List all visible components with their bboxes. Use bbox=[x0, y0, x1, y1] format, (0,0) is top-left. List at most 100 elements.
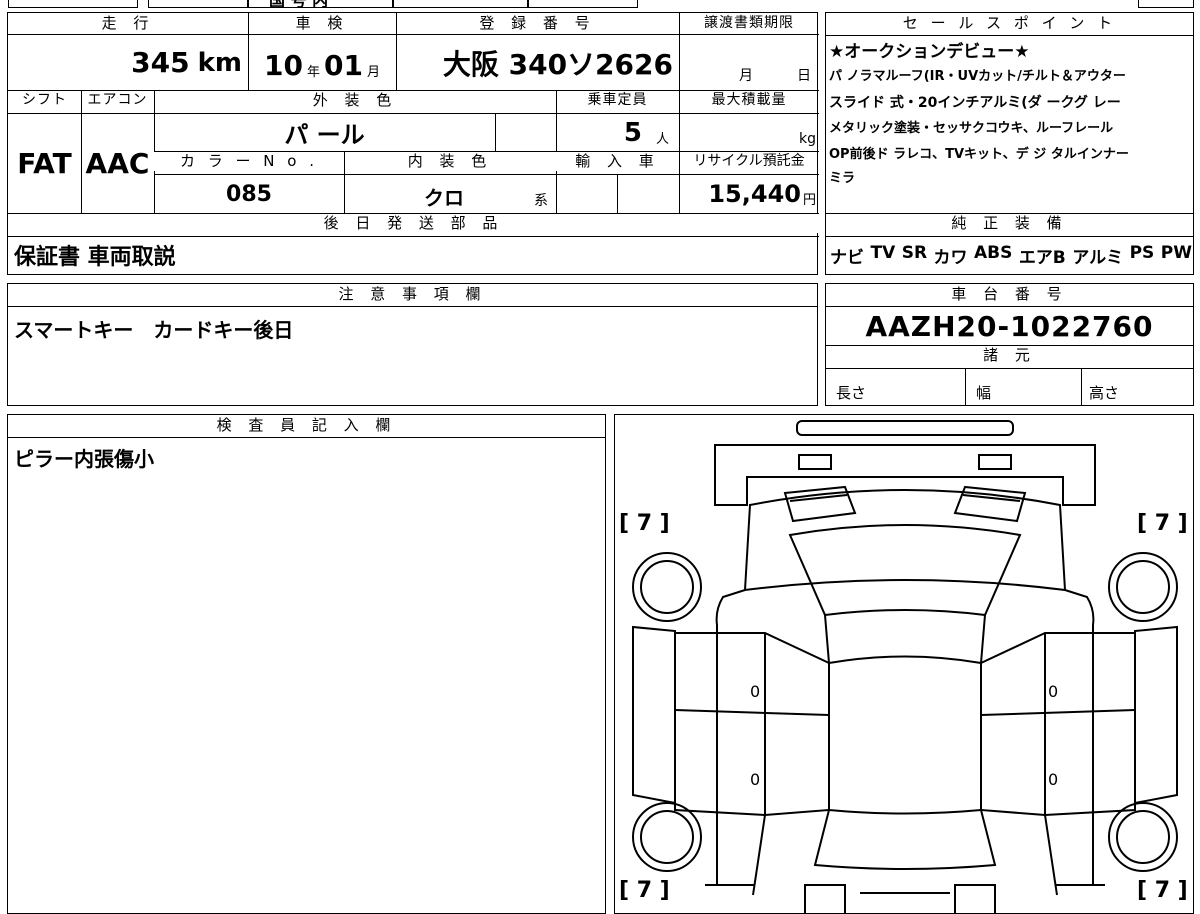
mileage-cell: 345 km bbox=[8, 35, 248, 90]
color-no-cell: 085 bbox=[154, 175, 344, 213]
equipment-item: アルミ bbox=[1072, 248, 1124, 268]
recycle-cell: 15,440 円 bbox=[679, 175, 819, 213]
basic-info-table: 走 行 車 検 登 録 番 号 譲渡書類期限 345 km 10 年 01 月 … bbox=[7, 12, 819, 275]
transfer-cell: 月 日 bbox=[679, 35, 819, 90]
mileage-header: 走 行 bbox=[8, 14, 248, 33]
recycle-unit: 円 bbox=[802, 192, 816, 208]
chassis-header: 車 台 番 号 bbox=[826, 285, 1193, 304]
transfer-day-unit: 日 bbox=[797, 68, 811, 84]
top-strip-cell bbox=[8, 0, 138, 8]
shaken-header: 車 検 bbox=[248, 14, 396, 33]
top-strip-cell bbox=[1138, 0, 1194, 8]
capacity-unit: 人 bbox=[655, 132, 669, 147]
exterior-color-header: 外 装 色 bbox=[154, 91, 556, 110]
exterior-color-cell: パ ール bbox=[154, 114, 495, 151]
top-strip-cell: 国 号 内 bbox=[248, 0, 393, 8]
car-diagram-box: [ 7 ] [ 7 ] [ 7 ] [ 7 ] 0 0 0 0 bbox=[614, 414, 1194, 914]
spec-height-label: 高さ bbox=[1089, 384, 1120, 402]
exterior-color-value: パ ール bbox=[284, 121, 365, 149]
sales-point-line: スライド 式・20インチアルミ(ダ ークグ レー bbox=[829, 95, 1121, 111]
inspector-text: ピラー内張傷小 bbox=[14, 447, 154, 471]
chassis-cell: AAZH20-1022760 bbox=[826, 307, 1193, 345]
interior-value: クロ bbox=[424, 186, 464, 210]
color-no-header: カ ラ ー N o . bbox=[154, 152, 344, 171]
sales-point-line: ミラ bbox=[829, 171, 856, 186]
equipment-item: SR bbox=[901, 243, 928, 263]
capacity-header: 乗車定員 bbox=[587, 92, 648, 108]
shaken-month: 01 bbox=[324, 49, 363, 82]
spec-length-label: 長さ bbox=[836, 384, 867, 402]
load-cell: kg bbox=[679, 114, 819, 151]
tire-rating-bottom-left: [ 7 ] bbox=[619, 878, 670, 903]
shaken-year: 10 bbox=[264, 49, 303, 82]
equipment-item: PS bbox=[1129, 243, 1155, 263]
later-parts-header: 後 日 発 送 部 品 bbox=[8, 214, 819, 233]
color-no-value: 085 bbox=[226, 181, 272, 207]
sales-points-header: セ ー ル ス ポ イ ン ト bbox=[826, 14, 1193, 33]
equipment-item: ナビ bbox=[830, 248, 864, 268]
transfer-header: 譲渡書類期限 bbox=[704, 15, 794, 31]
equipment-list: ナビ TV SR カワ ABS エアB アルミ PS PW bbox=[830, 243, 1192, 268]
transfer-month-unit: 月 bbox=[739, 68, 753, 84]
shift-cell: FAT bbox=[8, 114, 81, 213]
equipment-item: ABS bbox=[973, 243, 1013, 263]
sales-point-line: メタリック塗装・セッサクコウキ、ルーフレール bbox=[829, 121, 1114, 136]
spec-width-label: 幅 bbox=[976, 384, 992, 402]
notes-text: スマートキー カードキー後日 bbox=[14, 318, 294, 342]
registration-cell: 大阪 340ソ2626 bbox=[396, 35, 679, 90]
door-mark-rear-right: 0 bbox=[1048, 770, 1058, 789]
top-strip-cell bbox=[528, 0, 638, 8]
specs-header: 諸 元 bbox=[826, 346, 1193, 365]
door-mark-front-left: 0 bbox=[750, 682, 760, 701]
shaken-year-unit: 年 bbox=[306, 65, 320, 80]
sales-point-line: ★オークションデビュー★ bbox=[829, 42, 1030, 62]
capacity-cell: 5 人 bbox=[556, 114, 679, 151]
shift-value: FAT bbox=[17, 147, 72, 180]
interior-cell: クロ 系 bbox=[344, 175, 556, 213]
equipment-item: エアB bbox=[1018, 248, 1066, 268]
equipment-header: 純 正 装 備 bbox=[826, 214, 1193, 233]
tire-rating-bottom-right: [ 7 ] bbox=[1137, 878, 1188, 903]
sales-point-line: OP前後ド ラレコ、TVキット、デ ジ タルインナー bbox=[829, 147, 1129, 162]
equipment-item: PW bbox=[1160, 243, 1192, 263]
sales-point-line: パ ノラマルーフ(IR・UVカット/チルト＆アウター bbox=[829, 69, 1126, 84]
shaken-month-unit: 月 bbox=[366, 65, 380, 80]
mileage-value: 345 bbox=[131, 46, 190, 79]
registration-header: 登 録 番 号 bbox=[396, 14, 679, 33]
ac-header: エアコン bbox=[87, 92, 148, 108]
shaken-cell: 10 年 01 月 bbox=[248, 35, 396, 90]
registration-value: 大阪 340ソ2626 bbox=[442, 47, 673, 81]
top-strip: 国 号 内 bbox=[0, 0, 1200, 8]
recycle-value: 15,440 bbox=[708, 180, 801, 208]
top-strip-text: 国 号 内 bbox=[269, 0, 328, 7]
later-parts-cell: 保証書 車両取説 bbox=[14, 239, 814, 273]
sales-points-body: ★オークションデビュー★ パ ノラマルーフ(IR・UVカット/チルト＆アウター … bbox=[829, 41, 1191, 190]
interior-suffix: 系 bbox=[534, 193, 548, 209]
shift-header: シフト bbox=[22, 92, 67, 108]
later-parts-text: 保証書 車両取説 bbox=[14, 245, 176, 270]
ac-cell: AAC bbox=[81, 114, 154, 213]
sales-points-box: セ ー ル ス ポ イ ン ト ★オークションデビュー★ パ ノラマルーフ(IR… bbox=[825, 12, 1194, 275]
chassis-box: 車 台 番 号 AAZH20-1022760 諸 元 長さ 幅 高さ bbox=[825, 283, 1194, 406]
equipment-item: カワ bbox=[933, 248, 968, 268]
capacity-value: 5 bbox=[623, 117, 642, 148]
ac-value: AAC bbox=[85, 147, 150, 180]
top-strip-cell bbox=[393, 0, 528, 8]
import-header: 輸 入 車 bbox=[556, 152, 679, 171]
inspector-box: 検 査 員 記 入 欄 ピラー内張傷小 bbox=[7, 414, 606, 914]
notes-box: 注 意 事 項 欄 スマートキー カードキー後日 bbox=[7, 283, 818, 406]
top-strip-cell bbox=[148, 0, 248, 8]
recycle-header: リサイクル預託金 bbox=[693, 153, 805, 169]
tire-rating-top-left: [ 7 ] bbox=[619, 511, 670, 536]
equipment-item: TV bbox=[870, 243, 896, 263]
inspector-header: 検 査 員 記 入 欄 bbox=[8, 416, 605, 435]
tire-rating-top-right: [ 7 ] bbox=[1137, 511, 1188, 536]
car-diagram: [ 7 ] [ 7 ] [ 7 ] [ 7 ] 0 0 0 0 bbox=[619, 420, 1188, 913]
notes-header: 注 意 事 項 欄 bbox=[8, 285, 817, 304]
load-header: 最大積載量 bbox=[711, 92, 787, 108]
door-mark-front-right: 0 bbox=[1048, 682, 1058, 701]
interior-header: 内 装 色 bbox=[344, 152, 556, 171]
door-mark-rear-left: 0 bbox=[750, 770, 760, 789]
mileage-unit: km bbox=[197, 47, 242, 78]
chassis-value: AAZH20-1022760 bbox=[865, 309, 1154, 343]
